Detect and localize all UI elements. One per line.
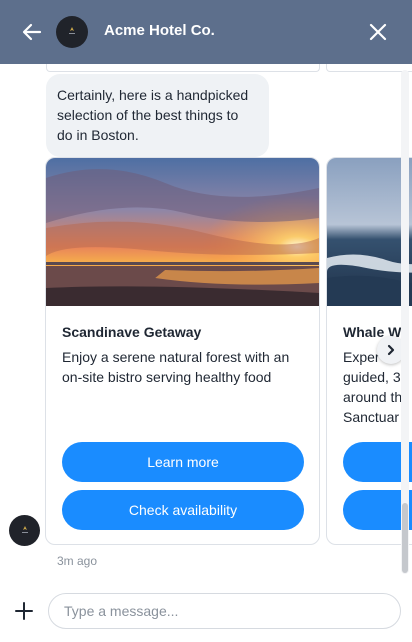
hotel-avatar [56,16,88,48]
close-button[interactable] [366,20,390,44]
arrow-left-icon [22,23,42,41]
message-input[interactable] [48,593,401,629]
hotel-logo-icon [69,27,75,34]
card-title: Scandinave Getaway [62,324,202,340]
chevron-right-icon [387,344,395,356]
chat-header: Acme Hotel Co. [0,0,412,64]
bot-avatar [9,515,40,546]
card-image-sunset-beach [46,158,319,306]
scrollbar-track[interactable] [401,70,409,574]
previous-card-edge [46,64,320,72]
message-composer [0,580,412,642]
learn-more-button[interactable]: Learn more [62,442,304,482]
back-button[interactable] [20,20,44,44]
hotel-logo-icon [21,525,28,533]
card-image-ocean-waves [327,158,412,306]
message-timestamp: 3m ago [57,554,98,568]
check-availability-button[interactable]: Check availability [62,490,304,530]
header-title: Acme Hotel Co. [104,22,215,39]
attach-button[interactable] [14,601,34,621]
carousel-card: Scandinave Getaway Enjoy a serene natura… [45,157,320,545]
close-icon [369,23,387,41]
card-description: Enjoy a serene natural forest with an on… [62,349,290,385]
bot-message-bubble: Certainly, here is a handpicked selectio… [46,74,269,157]
scrollbar-thumb[interactable] [402,503,408,573]
chat-transcript[interactable]: Certainly, here is a handpicked selectio… [0,64,412,580]
plus-icon [15,602,33,620]
previous-card-edge [326,64,412,72]
